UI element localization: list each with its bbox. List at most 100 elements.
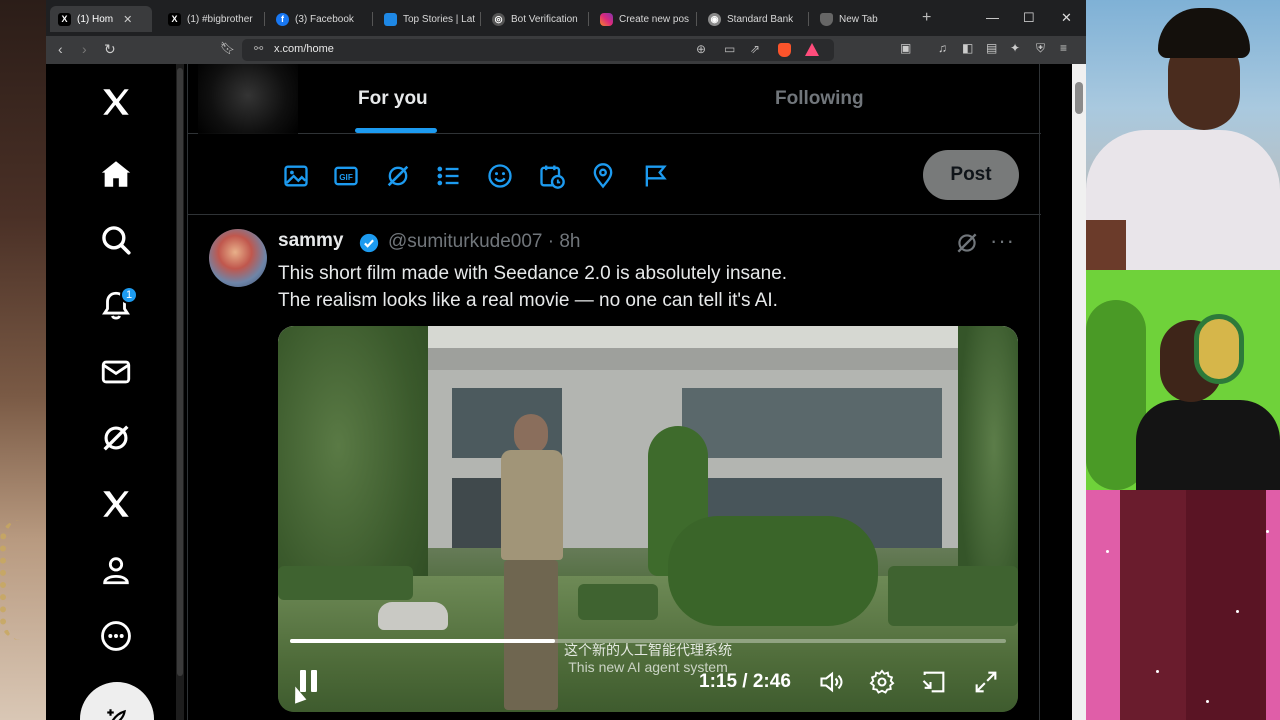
facebook-icon: f: [276, 12, 289, 26]
new-tab-button[interactable]: +: [922, 9, 931, 27]
tab-separator: [588, 12, 589, 26]
search-icon[interactable]: [94, 218, 138, 262]
notifications-icon[interactable]: 1: [94, 284, 138, 328]
share-icon[interactable]: ⇗: [750, 42, 760, 56]
profile-icon[interactable]: [94, 548, 138, 592]
necklace-decoration: [0, 520, 40, 640]
tab-bar: X (1) Hom ✕ X (1) #bigbrother f (3) Face…: [46, 0, 1086, 36]
wallet-icon[interactable]: ▤: [986, 41, 997, 55]
more-options-icon[interactable]: ···: [990, 228, 1015, 254]
tweet[interactable]: sammy @sumiturkude007 · 8h ··· This shor…: [188, 216, 1041, 720]
schedule-icon[interactable]: [538, 162, 566, 190]
head-wrap: [1194, 314, 1244, 384]
close-tab-icon[interactable]: ✕: [123, 13, 132, 26]
news-icon: [384, 12, 397, 26]
tab-label: New Tab: [839, 13, 878, 25]
emoji-icon[interactable]: [486, 162, 514, 190]
grok-icon[interactable]: [384, 162, 412, 190]
browser-tab-standard-bank[interactable]: ◉ Standard Bank: [700, 6, 804, 32]
browser-tab-bot-verification[interactable]: ◎ Bot Verification: [484, 6, 584, 32]
close-window-button[interactable]: ✕: [1061, 10, 1072, 26]
address-bar[interactable]: ⚯ x.com/home ⊕ ▭ ⇗: [242, 39, 834, 61]
poll-icon[interactable]: [434, 162, 462, 190]
post-button[interactable]: Post: [923, 150, 1019, 200]
tab-label: Top Stories | Lat: [403, 13, 476, 25]
back-button[interactable]: ‹: [58, 41, 63, 57]
brave-rewards-icon[interactable]: [805, 43, 819, 56]
x-page: 1 For you Following GIF Post sammy @sumi…: [46, 64, 1086, 720]
tweet-handle-and-time[interactable]: @sumiturkude007 · 8h: [388, 231, 581, 253]
tweet-text-line: The realism looks like a real movie — no…: [278, 290, 778, 311]
video-player[interactable]: 这个新的人工智能代理系统 This new AI agent system 1:…: [278, 326, 1018, 712]
grok-icon[interactable]: [94, 416, 138, 460]
leo-ai-icon[interactable]: ✦: [1010, 41, 1020, 55]
tab-separator: [264, 12, 265, 26]
browser-tab-instagram[interactable]: Create new pos: [592, 6, 692, 32]
gif-icon[interactable]: GIF: [332, 162, 360, 190]
sidebar-toggle-icon[interactable]: ▣: [900, 41, 911, 55]
browser-tab-top-stories[interactable]: Top Stories | Lat: [376, 6, 476, 32]
shield-icon: ◎: [492, 12, 505, 26]
tab-following[interactable]: Following: [775, 88, 864, 110]
x-logo-icon[interactable]: [94, 80, 138, 124]
video-time: 1:15 / 2:46: [699, 671, 791, 692]
scrollbar-thumb[interactable]: [1075, 82, 1083, 114]
post-composer-toolbar: GIF Post: [188, 135, 1041, 215]
page-scrollbar[interactable]: [1072, 64, 1086, 720]
tab-label: Bot Verification: [511, 13, 578, 25]
picture-in-picture-icon[interactable]: [920, 668, 948, 696]
location-icon[interactable]: [589, 162, 617, 190]
music-icon[interactable]: ♫: [938, 41, 947, 55]
browser-tab-x-home[interactable]: X (1) Hom ✕: [50, 6, 152, 32]
compose-post-button[interactable]: [80, 682, 154, 720]
flag-icon[interactable]: [641, 162, 669, 190]
vpn-icon[interactable]: ⛨: [1036, 41, 1045, 56]
sidebar-scrollbar[interactable]: [176, 64, 184, 720]
topiary-body: [668, 516, 878, 626]
cast-icon[interactable]: ▭: [724, 42, 735, 56]
scrollbar-thumb[interactable]: [177, 68, 183, 676]
verified-badge-icon: [359, 233, 379, 253]
forward-button[interactable]: ›: [82, 41, 87, 57]
video-frame-hedge: [888, 566, 1018, 626]
messages-icon[interactable]: [94, 350, 138, 394]
browser-tab-bigbrother[interactable]: X (1) #bigbrother: [160, 6, 260, 32]
instagram-icon: [600, 12, 613, 26]
zoom-icon[interactable]: ⊕: [696, 42, 706, 56]
reload-icon[interactable]: ↻: [104, 41, 116, 58]
more-icon[interactable]: [94, 614, 138, 658]
pause-button[interactable]: [300, 670, 320, 692]
minimize-button[interactable]: —: [986, 10, 999, 25]
video-frame-robot-mower: [378, 602, 448, 630]
maximize-button[interactable]: ☐: [1023, 10, 1035, 26]
image-icon[interactable]: [282, 162, 310, 190]
video-frame-hedge: [278, 566, 413, 600]
house-roof: [412, 348, 972, 370]
sidebar-icon[interactable]: ◧: [962, 41, 973, 55]
grok-icon[interactable]: [954, 230, 980, 256]
avatar[interactable]: [209, 229, 267, 287]
bookmark-icon[interactable]: 🔖︎: [220, 41, 235, 55]
tab-for-you[interactable]: For you: [358, 88, 428, 110]
settings-gear-icon[interactable]: [868, 668, 896, 696]
browser-tab-new-tab[interactable]: New Tab: [812, 6, 912, 32]
home-icon[interactable]: [94, 152, 138, 196]
browser-tab-facebook[interactable]: f (3) Facebook: [268, 6, 368, 32]
blurred-overlay: [198, 64, 298, 134]
tweet-author-name[interactable]: sammy: [278, 230, 344, 252]
person-body: [1136, 400, 1280, 490]
screen: X (1) Hom ✕ X (1) #bigbrother f (3) Face…: [0, 0, 1280, 720]
volume-icon[interactable]: [818, 668, 846, 696]
x-logo-icon: X: [168, 12, 181, 26]
tweet-text-line: This short film made with Seedance 2.0 i…: [278, 263, 788, 284]
fullscreen-icon[interactable]: [972, 668, 1000, 696]
site-info-icon[interactable]: ⚯: [254, 42, 263, 55]
menu-icon[interactable]: ≡: [1060, 41, 1067, 55]
premium-icon[interactable]: [94, 482, 138, 526]
person-pants: [1186, 490, 1266, 720]
brave-shield-icon[interactable]: [778, 43, 791, 57]
gardener-body: [501, 450, 563, 560]
notification-badge: 1: [120, 286, 138, 304]
video-subtitle-en: This new AI agent system: [568, 659, 728, 675]
tab-separator: [372, 12, 373, 26]
